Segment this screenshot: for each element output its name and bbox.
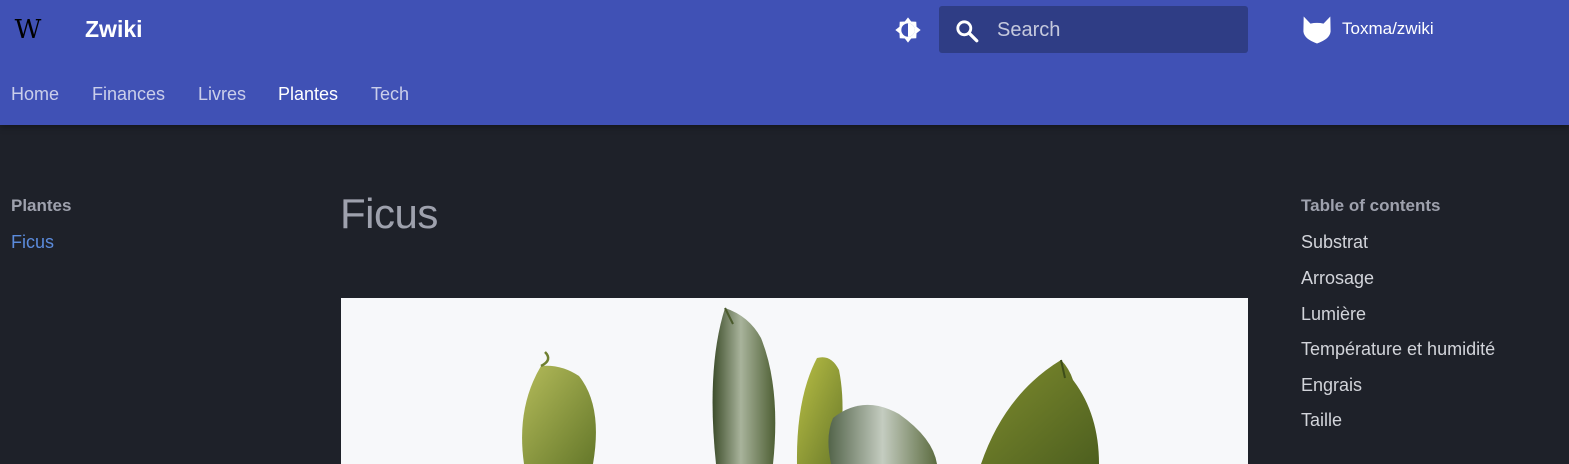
search-input[interactable]: [995, 6, 1239, 55]
gitlab-icon: [1303, 16, 1331, 44]
repo-link[interactable]: Toxma/zwiki: [1300, 12, 1434, 46]
page-title: Ficus: [340, 190, 438, 237]
toc-item-temperature-humidite[interactable]: Température et humidité: [1301, 339, 1495, 360]
repo-name: Toxma/zwiki: [1342, 19, 1434, 38]
search-icon[interactable]: [954, 18, 980, 44]
tab-plantes[interactable]: Plantes: [278, 80, 338, 108]
site-title: Zwiki: [85, 16, 143, 42]
toc-item-taille[interactable]: Taille: [1301, 410, 1342, 431]
toc-item-lumiere[interactable]: Lumière: [1301, 304, 1366, 325]
tab-home[interactable]: Home: [11, 80, 59, 108]
ficus-photo: [341, 298, 1248, 464]
toc-title: Table of contents: [1301, 196, 1441, 215]
brightness-toggle-icon[interactable]: [892, 14, 924, 46]
toc-item-substrat[interactable]: Substrat: [1301, 232, 1368, 253]
top-header: W Zwiki Toxma/zwiki Home Finances Livres…: [0, 0, 1569, 125]
tab-livres[interactable]: Livres: [198, 80, 246, 108]
sidebar-item-ficus[interactable]: Ficus: [11, 232, 54, 253]
tab-finances[interactable]: Finances: [92, 80, 165, 108]
tab-tech[interactable]: Tech: [371, 80, 409, 108]
wiki-logo-icon[interactable]: W: [12, 14, 44, 46]
toc-item-engrais[interactable]: Engrais: [1301, 375, 1362, 396]
sidebar-title: Plantes: [11, 196, 72, 215]
toc-item-arrosage[interactable]: Arrosage: [1301, 268, 1374, 289]
ficus-leaves-illustration: [341, 298, 1248, 464]
search-box[interactable]: [939, 6, 1248, 55]
